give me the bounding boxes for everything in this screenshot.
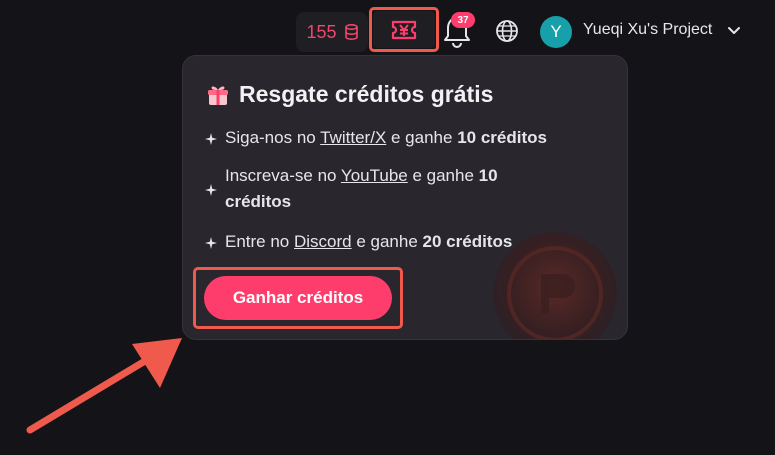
- coin-stack-icon: [344, 24, 358, 40]
- annotation-arrow-icon: [26, 338, 182, 434]
- screen: 155 37 Y Yueqi Xu's Project Resgate créd…: [0, 0, 775, 455]
- popover-header: Resgate créditos grátis: [207, 81, 493, 108]
- earn-credits-button[interactable]: Ganhar créditos: [204, 276, 392, 320]
- offer-text: Inscreva-se no YouTube e ganhe 10 crédit…: [225, 166, 498, 211]
- notification-badge: 37: [451, 12, 475, 28]
- avatar[interactable]: Y: [540, 16, 572, 48]
- offer-twitter: Siga-nos no Twitter/X e ganhe 10 crédito…: [205, 125, 605, 151]
- offer-text: Siga-nos no Twitter/X e ganhe 10 crédito…: [225, 128, 547, 147]
- sparkle-icon: [205, 184, 217, 196]
- offer-text: Entre no Discord e ganhe 20 créditos: [225, 232, 513, 251]
- discord-link[interactable]: Discord: [294, 232, 352, 251]
- credits-balance[interactable]: 155: [296, 12, 368, 52]
- project-name[interactable]: Yueqi Xu's Project: [583, 21, 712, 39]
- redeem-credits-popover: Resgate créditos grátis Siga-nos no Twit…: [182, 55, 628, 340]
- redeem-button-inner: [373, 11, 435, 48]
- ticket-icon: [391, 20, 417, 39]
- offer-discord: Entre no Discord e ganhe 20 créditos: [205, 229, 605, 255]
- youtube-link[interactable]: YouTube: [341, 166, 408, 185]
- popover-title: Resgate créditos grátis: [239, 81, 494, 107]
- redeem-credits-button[interactable]: [369, 7, 439, 52]
- globe-icon[interactable]: [495, 19, 519, 43]
- twitter-link[interactable]: Twitter/X: [320, 128, 386, 147]
- offer-youtube: Inscreva-se no YouTube e ganhe 10 crédit…: [205, 163, 545, 215]
- sparkle-icon: [205, 133, 217, 145]
- sparkle-icon: [205, 237, 217, 249]
- gift-icon: [208, 86, 228, 105]
- chevron-down-icon[interactable]: [727, 25, 741, 37]
- credits-count: 155: [306, 21, 337, 42]
